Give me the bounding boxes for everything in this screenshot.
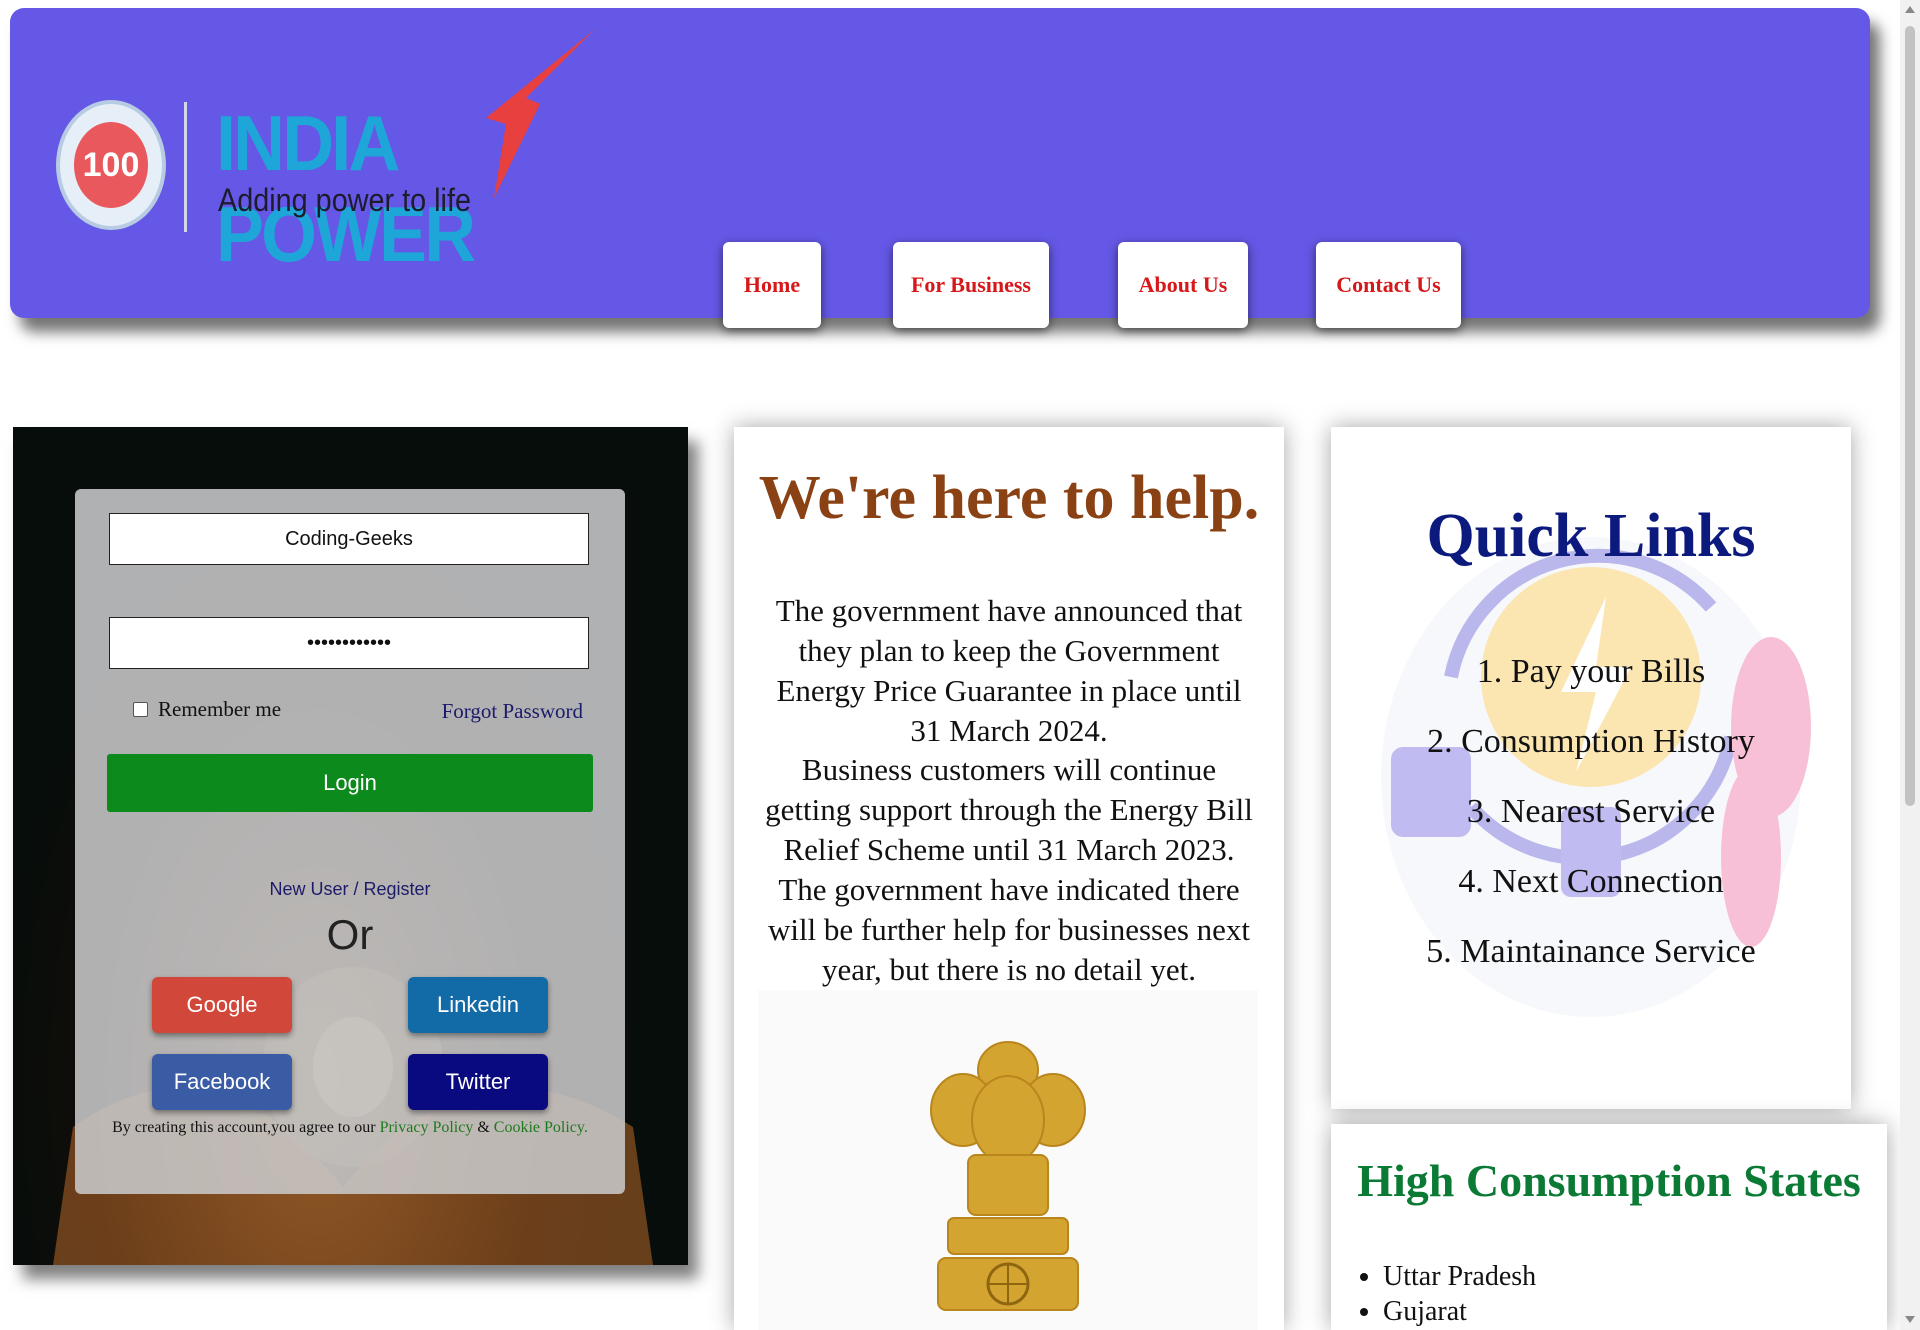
login-button[interactable]: Login	[107, 754, 593, 812]
cookie-policy-link[interactable]: Cookie Policy.	[494, 1119, 588, 1136]
logo-divider	[184, 102, 187, 232]
quick-link-consumption-history[interactable]: 2. Consumption History	[1331, 707, 1851, 777]
state-item: Uttar Pradesh	[1383, 1259, 1536, 1294]
power-bolt-icon	[486, 30, 594, 198]
national-emblem-icon	[930, 1041, 1086, 1311]
states-list: Uttar Pradesh Gujarat	[1383, 1259, 1536, 1329]
nav-about-us[interactable]: About Us	[1118, 242, 1248, 328]
forgot-password-link[interactable]: Forgot Password	[442, 699, 583, 724]
site-logo[interactable]: 100 INDIA POWER Adding power to life	[46, 28, 646, 278]
help-title: We're here to help.	[758, 464, 1260, 532]
site-header: 100 INDIA POWER Adding power to life Hom…	[10, 8, 1870, 328]
remember-me[interactable]: Remember me	[133, 697, 281, 722]
quick-link-next-connection[interactable]: 4. Next Connection	[1331, 847, 1851, 917]
page-scrollbar[interactable]	[1900, 0, 1920, 1330]
terms-text: By creating this account,you agree to ou…	[75, 1119, 625, 1137]
quick-links-panel: Quick Links 1. Pay your Bills 2. Consump…	[1331, 427, 1851, 1109]
brand-tagline: Adding power to life	[218, 182, 471, 218]
username-input[interactable]: Coding-Geeks	[109, 513, 589, 565]
centenary-seal-icon: 100	[56, 100, 166, 230]
states-panel: High Consumption States Uttar Pradesh Gu…	[1331, 1124, 1887, 1330]
scroll-up-icon[interactable]	[1905, 6, 1915, 13]
privacy-policy-link[interactable]: Privacy Policy	[380, 1119, 474, 1136]
emblem-area	[758, 990, 1258, 1330]
nav-contact-us[interactable]: Contact Us	[1316, 242, 1461, 328]
help-panel: We're here to help. The government have …	[734, 427, 1284, 1330]
google-button[interactable]: Google	[152, 977, 292, 1033]
state-item: Gujarat	[1383, 1294, 1536, 1329]
login-card: Coding-Geeks •••••••••••• Remember me Fo…	[75, 489, 625, 1194]
scroll-down-icon[interactable]	[1905, 1316, 1915, 1323]
terms-prefix: By creating this account,you agree to ou…	[112, 1119, 376, 1136]
remember-checkbox[interactable]	[133, 702, 148, 717]
help-paragraph-2: Business customers will continue getting…	[765, 752, 1253, 987]
login-panel: Coding-Geeks •••••••••••• Remember me Fo…	[13, 427, 688, 1265]
help-paragraph-1: The government have announced that they …	[775, 593, 1243, 748]
seal-number: 100	[74, 122, 148, 208]
quick-link-pay-bills[interactable]: 1. Pay your Bills	[1331, 637, 1851, 707]
password-input[interactable]: ••••••••••••	[109, 617, 589, 669]
nav-home[interactable]: Home	[723, 242, 821, 328]
quick-link-maintainance-service[interactable]: 5. Maintainance Service	[1331, 917, 1851, 987]
register-link[interactable]: New User / Register	[75, 879, 625, 900]
quick-links-list: 1. Pay your Bills 2. Consumption History…	[1331, 637, 1851, 987]
twitter-button[interactable]: Twitter	[408, 1054, 548, 1110]
facebook-button[interactable]: Facebook	[152, 1054, 292, 1110]
quick-link-nearest-service[interactable]: 3. Nearest Service	[1331, 777, 1851, 847]
nav-for-business[interactable]: For Business	[893, 242, 1049, 328]
or-divider: Or	[326, 911, 374, 958]
states-title: High Consumption States	[1357, 1155, 1861, 1206]
linkedin-button[interactable]: Linkedin	[408, 977, 548, 1033]
quick-links-title: Quick Links	[1426, 502, 1756, 570]
remember-label: Remember me	[158, 697, 282, 721]
terms-amp: &	[477, 1119, 490, 1136]
scroll-thumb[interactable]	[1905, 26, 1915, 806]
